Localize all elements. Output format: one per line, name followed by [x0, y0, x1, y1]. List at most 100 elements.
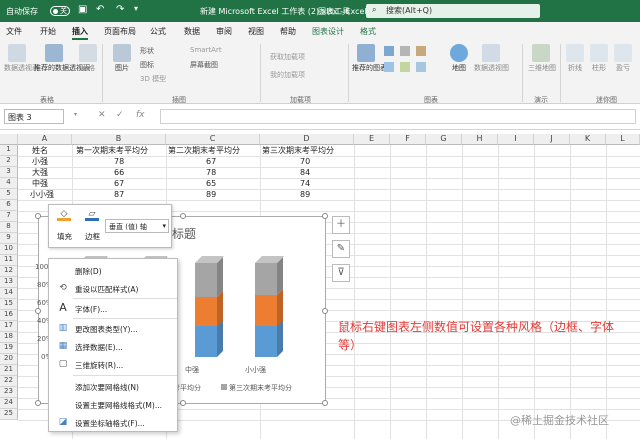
row-header[interactable]: 23 — [0, 387, 18, 398]
row-header[interactable]: 2 — [0, 156, 18, 167]
cell-D1[interactable]: 第三次期末考平均分 — [262, 145, 334, 156]
row-header[interactable]: 21 — [0, 365, 18, 376]
tab-help[interactable]: 帮助 — [280, 26, 296, 37]
column-header[interactable]: H — [462, 134, 498, 145]
menu-item-reset-style[interactable]: ⟲ 重设以匹配样式(A) — [49, 279, 179, 297]
row-header[interactable]: 25 — [0, 409, 18, 420]
column-chart-icon[interactable] — [384, 46, 394, 56]
line-chart-icon[interactable] — [384, 62, 394, 72]
row-header[interactable]: 1 — [0, 145, 18, 156]
enter-icon[interactable]: ✓ — [116, 110, 124, 120]
column-header[interactable]: F — [390, 134, 426, 145]
cell-D2[interactable]: 70 — [300, 156, 310, 167]
tab-chart-design[interactable]: 图表设计 — [312, 26, 344, 37]
row-header[interactable]: 12 — [0, 266, 18, 277]
resize-handle[interactable] — [180, 400, 186, 406]
shapes-button[interactable]: 形状 — [140, 46, 154, 56]
hierarchy-chart-icon[interactable] — [400, 46, 410, 56]
cell-B5[interactable]: 87 — [114, 189, 124, 200]
my-addins-button[interactable]: 我的加载项 — [270, 70, 305, 80]
pictures-button[interactable]: 图片 — [110, 44, 134, 73]
3d-models-button[interactable]: 3D 模型 — [140, 74, 166, 84]
sparkline-winloss-button[interactable]: 盈亏 — [614, 44, 632, 73]
screenshot-button[interactable]: 屏幕截图 — [190, 60, 218, 70]
pivot-table-button[interactable]: 数据透视表 — [4, 44, 39, 73]
column-header[interactable]: L — [606, 134, 640, 145]
menu-item-format-major-gridlines[interactable]: 设置主要网格线格式(M)... — [49, 395, 179, 413]
row-header[interactable]: 13 — [0, 277, 18, 288]
tab-home[interactable]: 开始 — [40, 26, 56, 37]
tab-formulas[interactable]: 公式 — [150, 26, 166, 37]
column-header[interactable]: I — [498, 134, 534, 145]
row-header[interactable]: 15 — [0, 299, 18, 310]
row-header[interactable]: 16 — [0, 310, 18, 321]
qat-dropdown-icon[interactable]: ▾ — [134, 4, 138, 13]
fill-label[interactable]: 填充 — [57, 231, 72, 242]
menu-item-delete[interactable]: 删除(D) — [49, 261, 179, 279]
tab-review[interactable]: 审阅 — [216, 26, 232, 37]
bar-segment[interactable] — [195, 296, 217, 327]
cell-C3[interactable]: 78 — [206, 167, 216, 178]
row-header[interactable]: 18 — [0, 332, 18, 343]
cell-D4[interactable]: 74 — [300, 178, 310, 189]
bar-segment[interactable] — [255, 294, 277, 327]
chart-filter-icon[interactable]: ⊽ — [332, 264, 350, 282]
resize-handle[interactable] — [322, 308, 328, 314]
fill-bucket-icon[interactable]: ◇ — [57, 209, 71, 221]
resize-handle[interactable] — [322, 400, 328, 406]
cell-B4[interactable]: 67 — [114, 178, 124, 189]
column-header[interactable]: K — [570, 134, 606, 145]
bar-segment[interactable] — [195, 326, 217, 357]
tab-page-layout[interactable]: 页面布局 — [104, 26, 136, 37]
cell-B1[interactable]: 第一次期末考平均分 — [76, 145, 148, 156]
cell-D3[interactable]: 84 — [300, 167, 310, 178]
menu-item-change-chart-type[interactable]: ▥ 更改图表类型(Y)... — [49, 319, 179, 337]
maps-button[interactable]: 地图 — [448, 44, 470, 73]
search-box[interactable]: ⌕ 搜索(Alt+Q) — [366, 4, 540, 18]
bar-segment[interactable] — [255, 263, 277, 295]
fx-icon[interactable]: fx — [136, 110, 145, 120]
cell-B3[interactable]: 66 — [114, 167, 124, 178]
resize-handle[interactable] — [35, 400, 41, 406]
recommended-charts-button[interactable]: 推荐的图表 — [352, 44, 387, 73]
name-box-dropdown-icon[interactable]: ▾ — [74, 111, 77, 118]
bar-segment[interactable] — [195, 263, 217, 297]
column-header[interactable]: B — [72, 134, 166, 145]
column-header[interactable]: C — [166, 134, 260, 145]
cell-C5[interactable]: 89 — [206, 189, 216, 200]
redo-icon[interactable]: ↷ — [116, 4, 124, 15]
icons-button[interactable]: 图标 — [140, 60, 154, 70]
3d-map-button[interactable]: 三维地图 — [528, 44, 556, 73]
sparkline-line-button[interactable]: 折线 — [566, 44, 584, 73]
row-header[interactable]: 10 — [0, 244, 18, 255]
row-header[interactable]: 20 — [0, 354, 18, 365]
row-header[interactable]: 4 — [0, 178, 18, 189]
row-header[interactable]: 9 — [0, 233, 18, 244]
row-header[interactable]: 24 — [0, 398, 18, 409]
row-header[interactable]: 8 — [0, 222, 18, 233]
cell-C2[interactable]: 67 — [206, 156, 216, 167]
column-header[interactable]: E — [354, 134, 390, 145]
menu-item-add-minor-gridlines[interactable]: 添加次要网格线(N) — [49, 377, 179, 395]
name-box[interactable]: 图表 3 — [4, 109, 64, 124]
tab-file[interactable]: 文件 — [6, 26, 22, 37]
column-header[interactable]: D — [260, 134, 354, 145]
chart-type-gallery[interactable] — [384, 46, 440, 86]
bar-segment[interactable] — [255, 326, 277, 357]
undo-icon[interactable]: ↶ — [96, 4, 104, 15]
row-header[interactable]: 14 — [0, 288, 18, 299]
cell-A1[interactable]: 姓名 — [32, 145, 48, 156]
tab-data[interactable]: 数据 — [184, 26, 200, 37]
row-header[interactable]: 3 — [0, 167, 18, 178]
smartart-button[interactable]: SmartArt — [190, 46, 222, 54]
column-header[interactable]: G — [426, 134, 462, 145]
cell-C4[interactable]: 65 — [206, 178, 216, 189]
row-header[interactable]: 11 — [0, 255, 18, 266]
menu-item-select-data[interactable]: ▦ 选择数据(E)... — [49, 337, 179, 355]
row-header[interactable]: 19 — [0, 343, 18, 354]
menu-item-3d-rotation[interactable]: ▢ 三维旋转(R)... — [49, 355, 179, 373]
cell-A2[interactable]: 小强 — [32, 156, 48, 167]
row-header[interactable]: 5 — [0, 189, 18, 200]
pivot-chart-button[interactable]: 数据透视图 — [474, 44, 509, 73]
resize-handle[interactable] — [322, 213, 328, 219]
